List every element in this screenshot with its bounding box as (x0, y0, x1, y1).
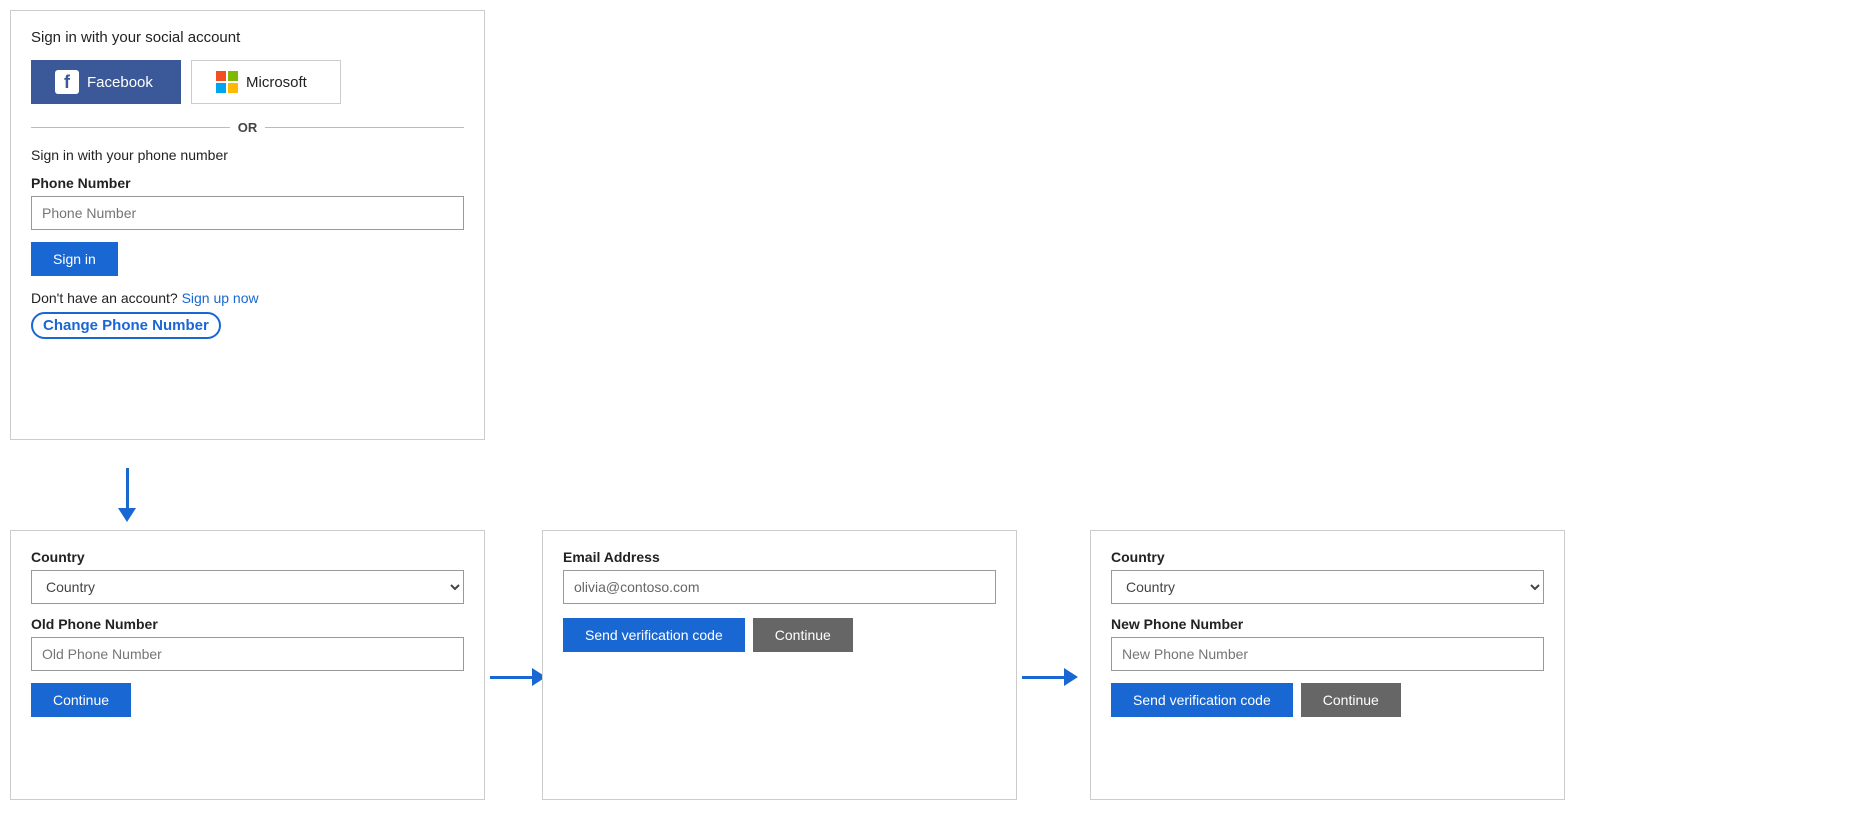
microsoft-button[interactable]: Microsoft (191, 60, 341, 104)
facebook-button[interactable]: f Facebook (31, 60, 181, 104)
arrow-right-1 (490, 668, 546, 686)
phone-number-input[interactable] (31, 196, 464, 230)
newphone-buttons: Send verification code Continue (1111, 683, 1544, 717)
email-label: Email Address (563, 549, 996, 565)
change-phone-link[interactable]: Change Phone Number (31, 312, 221, 339)
send-verification-button-email[interactable]: Send verification code (563, 618, 745, 652)
social-buttons: f Facebook Microsoft (31, 60, 464, 104)
continue-button-email[interactable]: Continue (753, 618, 853, 652)
social-title: Sign in with your social account (31, 29, 464, 46)
arrow-line-vertical (126, 468, 129, 508)
facebook-label: Facebook (87, 74, 153, 91)
send-verification-button-new[interactable]: Send verification code (1111, 683, 1293, 717)
old-phone-label: Old Phone Number (31, 616, 464, 632)
signin-panel: Sign in with your social account f Faceb… (10, 10, 485, 440)
signup-link[interactable]: Sign up now (182, 290, 259, 306)
new-phone-label: New Phone Number (1111, 616, 1544, 632)
country-select[interactable]: Country (31, 570, 464, 604)
change-phone-panel: Country Country Old Phone Number Continu… (10, 530, 485, 800)
arrow-line-horizontal-1 (490, 676, 532, 679)
email-panel: Email Address Send verification code Con… (542, 530, 1017, 800)
phone-signin-label: Sign in with your phone number (31, 147, 464, 163)
arrow-line-horizontal-2 (1022, 676, 1064, 679)
old-phone-input[interactable] (31, 637, 464, 671)
arrow-head-right-2 (1064, 668, 1078, 686)
continue-button-change[interactable]: Continue (31, 683, 131, 717)
signin-button[interactable]: Sign in (31, 242, 118, 276)
microsoft-label: Microsoft (246, 74, 307, 91)
email-input[interactable] (563, 570, 996, 604)
or-divider: OR (31, 120, 464, 135)
country-select-new[interactable]: Country (1111, 570, 1544, 604)
arrow-right-2 (1022, 668, 1078, 686)
country-label-new: Country (1111, 549, 1544, 565)
continue-button-new[interactable]: Continue (1301, 683, 1401, 717)
no-account-text: Don't have an account? (31, 290, 178, 306)
new-phone-input[interactable] (1111, 637, 1544, 671)
arrow-down (118, 468, 136, 522)
phone-number-label: Phone Number (31, 175, 464, 191)
new-phone-panel: Country Country New Phone Number Send ve… (1090, 530, 1565, 800)
email-buttons: Send verification code Continue (563, 618, 996, 652)
microsoft-icon (216, 71, 238, 93)
facebook-icon: f (55, 70, 79, 94)
or-text: OR (238, 120, 258, 135)
country-label: Country (31, 549, 464, 565)
arrow-head-down (118, 508, 136, 522)
footer-links: Don't have an account? Sign up now Chang… (31, 290, 464, 339)
